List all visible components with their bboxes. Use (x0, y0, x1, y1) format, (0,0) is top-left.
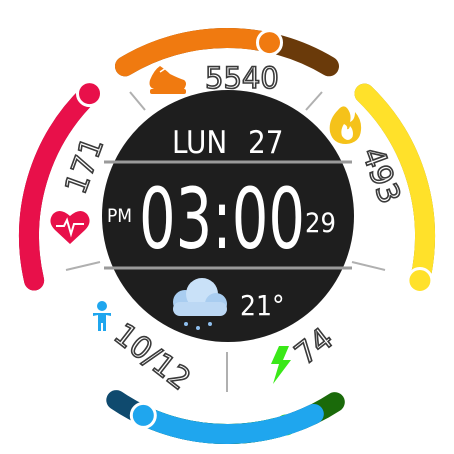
steps-arc-knob (256, 29, 283, 57)
person-icon (93, 301, 111, 331)
lightning-icon (271, 346, 291, 384)
ampm-label: PM (107, 205, 132, 227)
tick-left (65, 261, 101, 271)
heart-rate-arc-knob (76, 80, 103, 108)
tick-right (351, 261, 386, 271)
weekday-label: LUN (172, 125, 227, 161)
floors-arc-fill (133, 404, 324, 444)
heart-rate-value: 171 (59, 133, 111, 199)
flame-icon (329, 106, 362, 144)
temperature-label: 21° (240, 289, 285, 322)
tick-top-left (129, 91, 146, 111)
time-label: 03:00 (139, 170, 305, 268)
shoe-icon (149, 66, 186, 94)
battery-value: 74 (288, 321, 340, 372)
steps-value: 5540 (205, 61, 279, 95)
tick-top-right (305, 91, 323, 111)
heart-pulse-icon (50, 210, 90, 244)
calories-arc-knob (406, 267, 434, 294)
watchface: LUN 27 PM 03:00 29 21° 5540 493 171 10/1… (19, 28, 435, 444)
day-label: 27 (248, 125, 283, 161)
seconds-label: 29 (305, 208, 336, 239)
floors-arc-knob (129, 401, 157, 429)
